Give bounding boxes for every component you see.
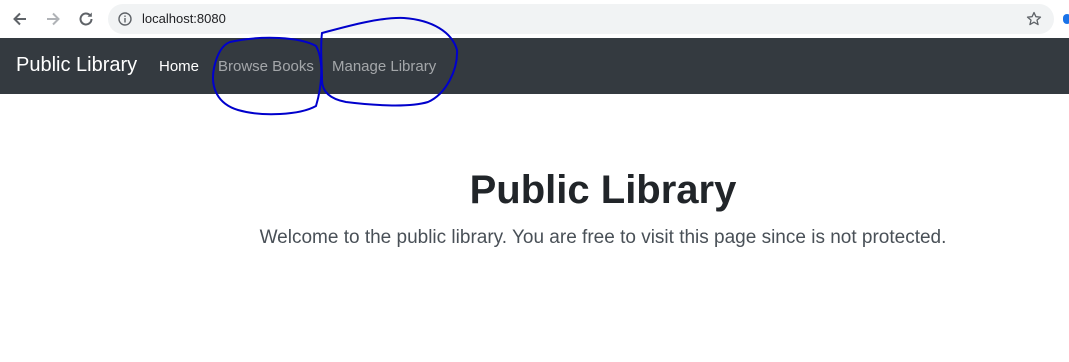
profile-icon[interactable] <box>1063 14 1069 24</box>
url-text[interactable]: localhost:8080 <box>142 11 226 26</box>
star-icon[interactable] <box>1026 11 1042 27</box>
browser-toolbar: localhost:8080 <box>0 0 1069 39</box>
nav-link-manage-library[interactable]: Manage Library <box>332 58 436 75</box>
nav-link-browse-books[interactable]: Browse Books <box>218 58 314 75</box>
reload-icon <box>79 12 93 26</box>
address-bar[interactable]: localhost:8080 <box>108 4 1054 34</box>
back-button[interactable] <box>10 9 30 29</box>
lead-text: Welcome to the public library. You are f… <box>259 227 947 248</box>
site-navbar: Public Library Home Browse Books Manage … <box>0 38 1069 94</box>
reload-button[interactable] <box>76 9 96 29</box>
navbar-brand[interactable]: Public Library <box>16 54 137 77</box>
arrow-right-icon <box>47 12 60 26</box>
forward-button[interactable] <box>43 9 63 29</box>
nav-link-home[interactable]: Home <box>159 58 199 75</box>
info-icon[interactable] <box>118 12 132 26</box>
arrow-left-icon <box>13 12 26 26</box>
page-title: Public Library <box>469 168 737 212</box>
